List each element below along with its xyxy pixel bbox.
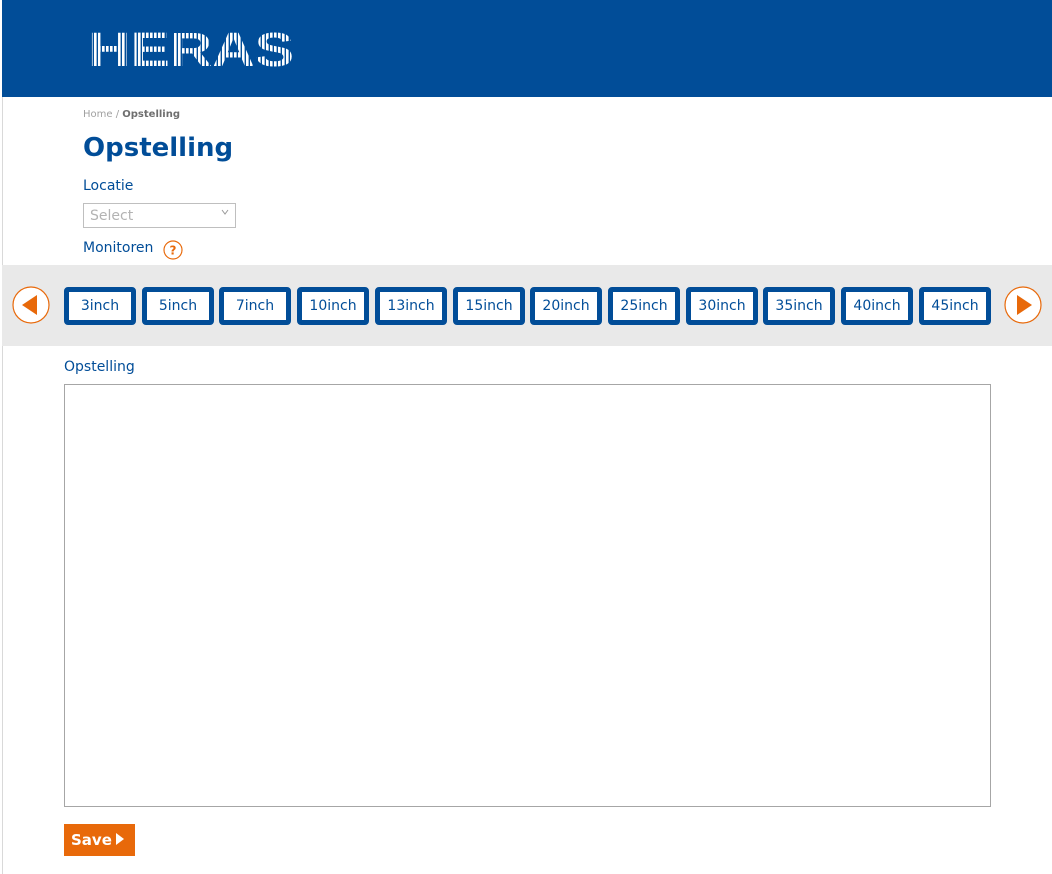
arrow-left-icon[interactable] [12,286,50,324]
monitoren-label: Monitoren [83,240,154,256]
size-button-13inch[interactable]: 13inch [375,287,447,325]
size-button-25inch[interactable]: 25inch [608,287,680,325]
locatie-select-placeholder: Select [90,208,134,224]
size-button-20inch[interactable]: 20inch [530,287,602,325]
heras-logo: HERAS [88,29,294,69]
size-button-10inch[interactable]: 10inch [297,287,369,325]
size-button-15inch[interactable]: 15inch [453,287,525,325]
arrow-right-icon[interactable] [1004,286,1042,324]
site-header: HERAS [2,0,1052,97]
breadcrumb-separator: / [112,109,123,120]
size-button-5inch[interactable]: 5inch [142,287,214,325]
breadcrumb-current: Opstelling [122,109,180,120]
page-title: Opstelling [83,133,234,163]
opstelling-label: Opstelling [64,359,135,375]
chevron-down-icon [221,209,229,215]
play-icon [116,833,124,845]
size-button-7inch[interactable]: 7inch [219,287,291,325]
size-button-3inch[interactable]: 3inch [64,287,136,325]
size-button-45inch[interactable]: 45inch [919,287,991,325]
question-icon[interactable]: ? [163,240,183,260]
locatie-select[interactable]: Select [83,203,236,228]
size-button-35inch[interactable]: 35inch [763,287,835,325]
logo-text: HERAS [88,29,294,69]
save-button[interactable]: Save [64,824,135,856]
size-button-40inch[interactable]: 40inch [841,287,913,325]
save-button-label: Save [71,831,112,849]
opstelling-canvas[interactable] [64,384,991,807]
breadcrumb-home-link[interactable]: Home [83,109,113,120]
size-button-30inch[interactable]: 30inch [686,287,758,325]
svg-text:?: ? [170,244,177,258]
locatie-label: Locatie [83,178,134,194]
breadcrumb: Home / Opstelling [83,109,180,120]
